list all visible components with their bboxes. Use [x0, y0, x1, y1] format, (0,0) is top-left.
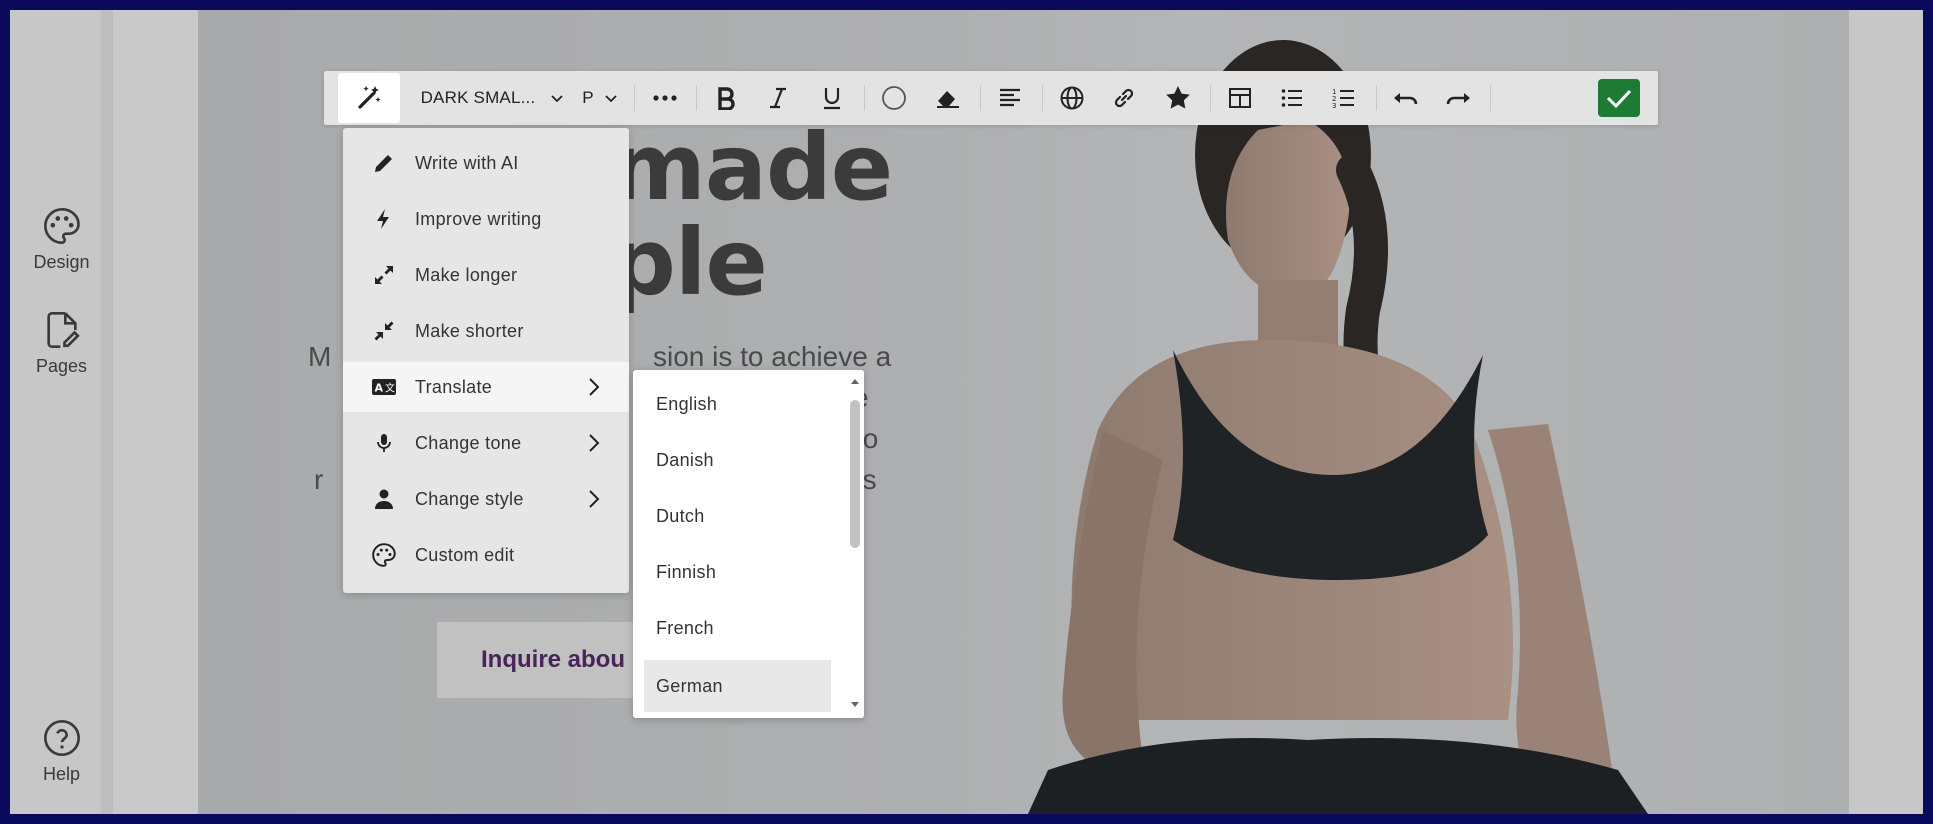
check-icon [1606, 89, 1632, 109]
toolbar-divider [696, 85, 697, 111]
sidebar-item-label: Design [33, 252, 90, 272]
chevron-right-icon [589, 490, 600, 508]
link-button[interactable] [1104, 71, 1144, 125]
expand-icon [371, 262, 397, 288]
numbered-list-button[interactable]: 123 [1324, 71, 1364, 125]
ai-magic-wand-icon [358, 86, 381, 109]
scroll-down-arrow-icon [851, 702, 859, 707]
menu-item-change-style[interactable]: Change style [343, 474, 629, 524]
person-icon [371, 486, 397, 512]
toolbar-divider [1042, 85, 1043, 111]
text-color-button[interactable] [874, 71, 914, 125]
chevron-down-icon [605, 95, 617, 103]
help-button[interactable]: Help [10, 718, 113, 785]
collapse-icon [371, 318, 397, 344]
undo-icon [1394, 93, 1418, 105]
clear-format-button[interactable] [928, 71, 968, 125]
eraser-icon [937, 91, 959, 108]
language-option-finnish[interactable]: Finnish [644, 546, 831, 598]
align-left-icon [1000, 88, 1020, 107]
language-option-danish[interactable]: Danish [644, 434, 831, 486]
text-toolbar: DARK SMAL... P 1 2 3 [324, 71, 1658, 125]
ai-assistant-menu: Write with AI Improve writing Make longe… [343, 128, 629, 593]
language-option-english[interactable]: English [644, 378, 831, 430]
menu-item-improve-writing[interactable]: Improve writing [343, 194, 629, 244]
language-dropdown[interactable]: English Danish Dutch Finnish French Germ… [633, 370, 864, 718]
hero-title-line2: ple [610, 209, 768, 316]
undo-button[interactable] [1386, 71, 1426, 125]
toolbar-divider [980, 85, 981, 111]
language-option-french[interactable]: French [644, 602, 831, 654]
menu-item-make-longer[interactable]: Make longer [343, 250, 629, 300]
sidebar-item-pages[interactable]: Pages [10, 310, 113, 377]
hero-photo [1028, 40, 1648, 814]
color-circle-icon [882, 86, 906, 110]
language-option-dutch[interactable]: Dutch [644, 490, 831, 542]
translate-icon: A文 [371, 374, 397, 400]
scroll-up-arrow-icon [851, 379, 859, 384]
chevron-right-icon [589, 378, 600, 396]
bold-button[interactable] [706, 71, 746, 125]
help-label: Help [42, 764, 81, 784]
right-gutter [1849, 10, 1923, 814]
bold-icon [718, 87, 735, 110]
menu-item-write-with-ai[interactable]: Write with AI [343, 138, 629, 188]
hero-title: made [610, 114, 893, 221]
paragraph-select[interactable]: P [578, 71, 598, 125]
link-icon [1114, 88, 1134, 108]
left-sidebar: Design Pages Help [10, 10, 113, 814]
menu-item-custom-edit[interactable]: Custom edit [343, 530, 629, 580]
redo-button[interactable] [1438, 71, 1478, 125]
toolbar-divider [1490, 85, 1491, 111]
underline-button[interactable] [812, 71, 852, 125]
language-option-german[interactable]: German [644, 660, 831, 712]
font-style-dropdown[interactable] [546, 71, 568, 125]
lightning-icon [371, 206, 397, 232]
font-style-select[interactable]: DARK SMAL... [420, 71, 536, 125]
globe-icon [1060, 86, 1084, 110]
menu-item-make-shorter[interactable]: Make shorter [343, 306, 629, 356]
bullet-list-icon [1281, 89, 1302, 107]
svg-text:A: A [375, 382, 384, 395]
confirm-button[interactable] [1598, 79, 1640, 117]
sidebar-item-label: Pages [35, 356, 88, 376]
chevron-right-icon [589, 434, 600, 452]
favorite-button[interactable] [1158, 71, 1198, 125]
help-icon [43, 720, 80, 756]
toolbar-divider [1376, 85, 1377, 111]
redo-icon [1446, 93, 1470, 105]
toolbar-divider [864, 85, 865, 111]
microphone-icon [371, 430, 397, 456]
paragraph-dropdown[interactable] [600, 71, 622, 125]
palette-icon [371, 542, 397, 568]
bullet-list-button[interactable] [1272, 71, 1312, 125]
star-icon [1166, 86, 1190, 109]
underline-icon [824, 88, 840, 110]
more-button[interactable] [646, 71, 684, 125]
palette-icon [43, 207, 80, 245]
ai-button[interactable] [338, 73, 400, 123]
align-button[interactable] [990, 71, 1030, 125]
sidebar-item-design[interactable]: Design [10, 206, 113, 273]
language-scrollbar[interactable] [846, 370, 864, 718]
pencil-icon [371, 150, 397, 176]
svg-text:文: 文 [385, 382, 395, 395]
app-frame: Design Pages Help made ple M sion is to … [10, 10, 1923, 814]
table-icon [1229, 88, 1251, 108]
toolbar-divider [1210, 85, 1211, 111]
numbered-list-icon: 123 [1332, 88, 1354, 109]
chevron-down-icon [551, 95, 563, 103]
italic-icon [770, 87, 786, 109]
table-button[interactable] [1220, 71, 1260, 125]
menu-item-translate[interactable]: A文 Translate [343, 362, 629, 412]
more-icon [653, 95, 677, 101]
toolbar-divider [634, 85, 635, 111]
svg-text:3: 3 [1332, 102, 1336, 109]
menu-item-change-tone[interactable]: Change tone [343, 418, 629, 468]
scrollbar-thumb[interactable] [850, 400, 860, 548]
language-button[interactable] [1052, 71, 1092, 125]
page-edit-icon [46, 312, 80, 348]
italic-button[interactable] [758, 71, 798, 125]
